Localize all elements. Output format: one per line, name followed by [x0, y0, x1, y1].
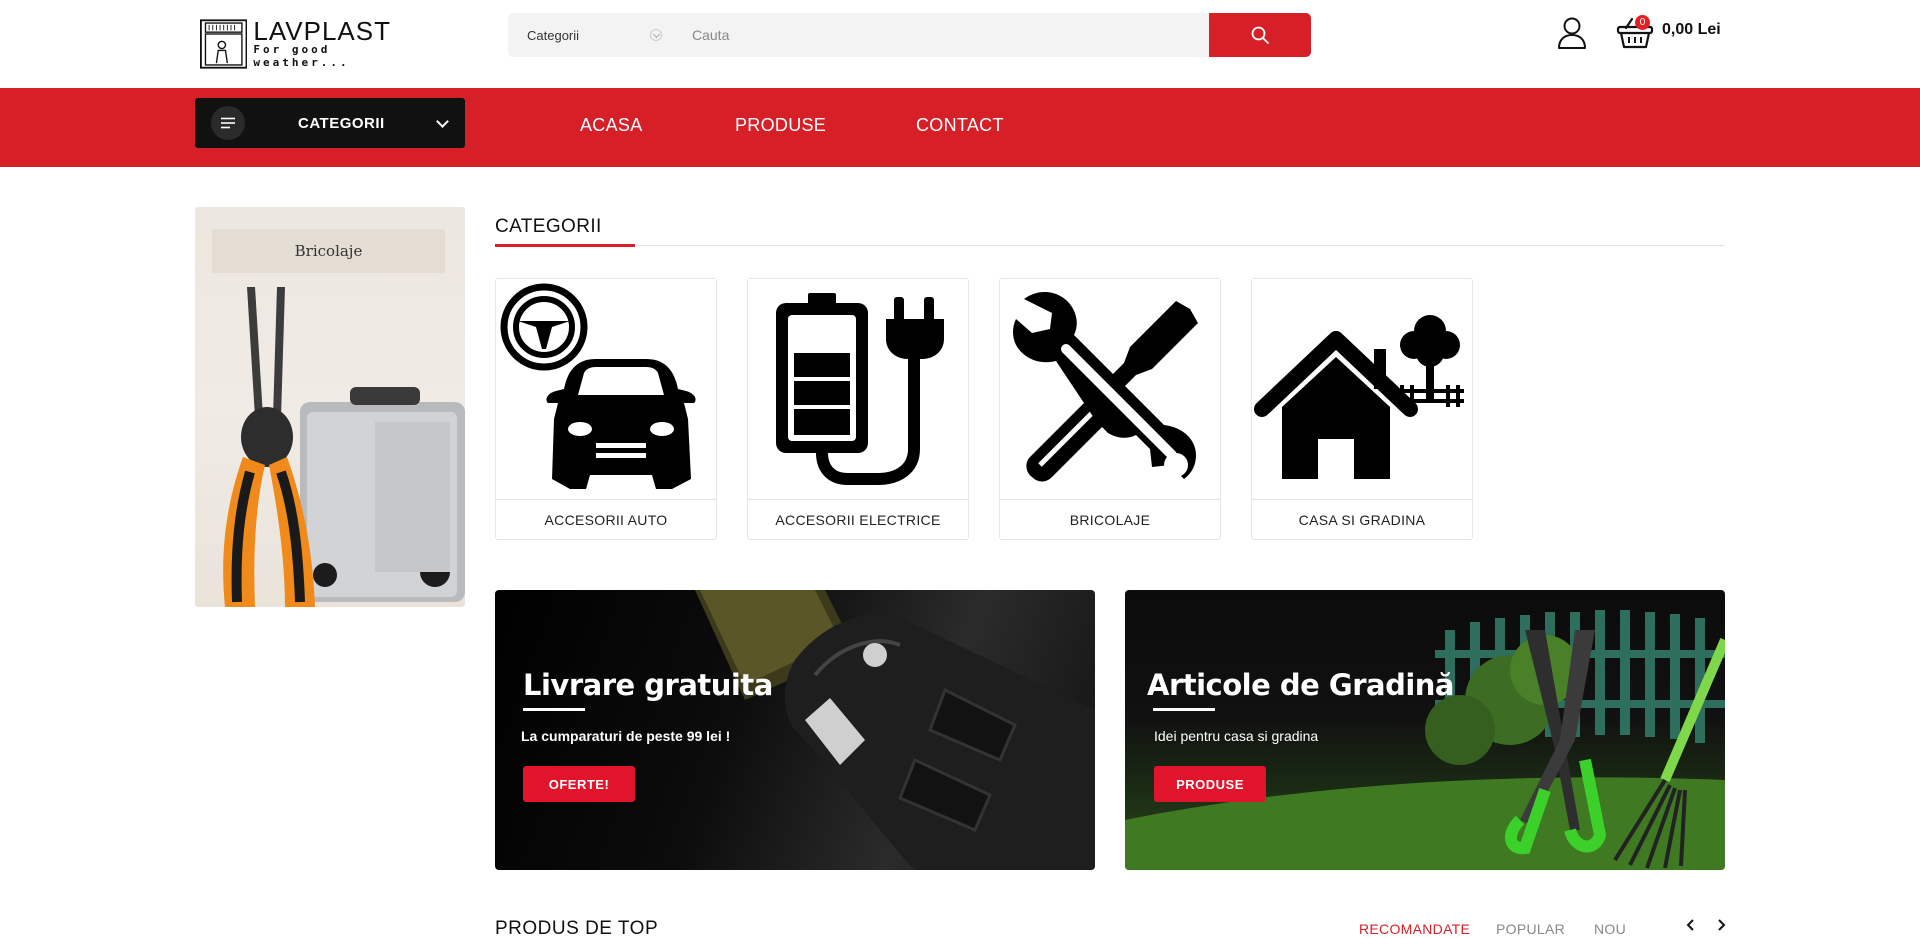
category-card-accesorii-auto[interactable]: ACCESORII AUTO: [495, 278, 717, 540]
chevron-down-icon: [650, 29, 662, 41]
nav-link-produse[interactable]: PRODUSE: [735, 115, 826, 136]
sidebar-banner[interactable]: Bricolaje: [195, 207, 465, 607]
section-divider: [495, 245, 1725, 246]
category-name: CASA SI GRADINA: [1252, 499, 1472, 539]
house-tree-icon: [1254, 315, 1464, 479]
cart-total: 0,00 Lei: [1662, 21, 1721, 38]
tab-recomandate[interactable]: RECOMANDATE: [1359, 921, 1470, 937]
promo-subtitle: La cumparaturi de peste 99 lei !: [521, 728, 731, 744]
promo-title-underline: [523, 708, 585, 711]
category-name: BRICOLAJE: [1000, 499, 1220, 539]
promo-title: Articole de Gradină: [1147, 668, 1454, 702]
logo-name: LAVPLAST: [253, 16, 391, 46]
tools-icon: [1013, 292, 1198, 482]
chevron-down-icon: [436, 115, 449, 128]
search-input[interactable]: [668, 13, 1209, 57]
logo-mark-icon: [200, 19, 248, 69]
top-products-title: PRODUS DE TOP: [495, 918, 659, 938]
promo-banner-free-delivery[interactable]: Livrare gratuita La cumparaturi de peste…: [495, 590, 1095, 870]
categories-menu-label: CATEGORII: [298, 114, 385, 132]
promo-title-underline: [1153, 708, 1215, 711]
categories-menu-button[interactable]: CATEGORII: [195, 98, 465, 148]
chevron-right-icon[interactable]: [1714, 918, 1728, 932]
promo-offers-button[interactable]: OFERTE!: [523, 766, 635, 802]
category-card-casa-si-gradina[interactable]: CASA SI GRADINA: [1251, 278, 1473, 540]
promo-subtitle: Idei pentru casa si gradina: [1154, 728, 1319, 744]
tab-popular[interactable]: POPULAR: [1496, 921, 1565, 937]
category-card-accesorii-electrice[interactable]: ACCESORII ELECTRICE: [747, 278, 969, 540]
promo-products-button[interactable]: PRODUSE: [1154, 766, 1266, 802]
logo[interactable]: LAVPLAST For good weather...: [200, 16, 420, 72]
promo-title: Livrare gratuita: [523, 668, 773, 702]
cart-icon-wrap: 0: [1616, 14, 1654, 50]
car-icon: [500, 283, 696, 489]
menu-icon: [211, 106, 245, 140]
category-name: ACCESORII AUTO: [496, 499, 716, 539]
category-name: ACCESORII ELECTRICE: [748, 499, 968, 539]
user-account-icon[interactable]: [1556, 16, 1588, 50]
promo-banner-garden[interactable]: Articole de Gradină Idei pentru casa si …: [1125, 590, 1725, 870]
pliers-toolcase-image: [223, 287, 465, 607]
search-category-label: Categorii: [527, 27, 580, 43]
categories-section-title: CATEGORII: [495, 216, 602, 237]
search-button[interactable]: [1209, 13, 1311, 57]
battery-plug-icon: [776, 293, 944, 485]
nav-link-contact[interactable]: CONTACT: [916, 115, 1004, 136]
nav-link-acasa[interactable]: ACASA: [580, 115, 643, 136]
chevron-left-icon[interactable]: [1684, 918, 1698, 932]
search-icon: [1251, 26, 1269, 44]
cart-widget[interactable]: 0 0,00 Lei: [1616, 14, 1721, 50]
logo-tagline: For good weather...: [253, 43, 350, 69]
category-card-bricolaje[interactable]: BRICOLAJE: [999, 278, 1221, 540]
cart-count-badge: 0: [1635, 15, 1650, 30]
main-navbar: CATEGORII ACASA PRODUSE CONTACT: [0, 88, 1920, 167]
section-divider-accent: [495, 244, 635, 247]
site-header: LAVPLAST For good weather... Categorii C…: [0, 0, 1920, 88]
search-bar: Categorii: [508, 13, 1311, 57]
tab-nou[interactable]: NOU: [1594, 921, 1626, 937]
search-category-select[interactable]: Categorii: [508, 13, 668, 57]
